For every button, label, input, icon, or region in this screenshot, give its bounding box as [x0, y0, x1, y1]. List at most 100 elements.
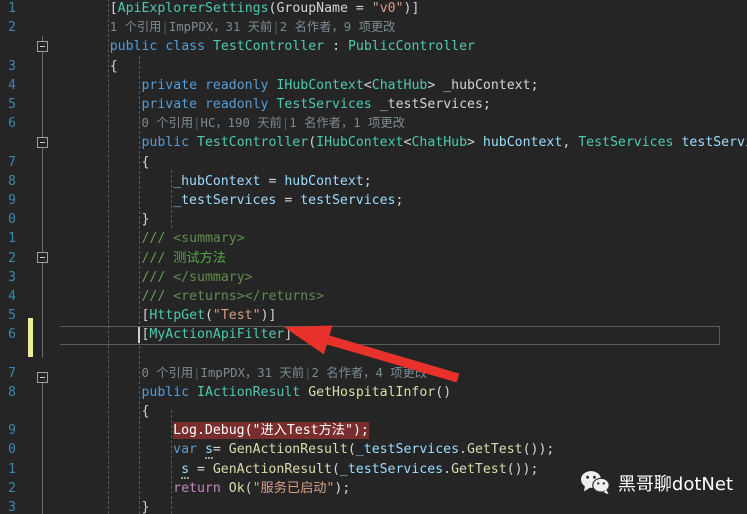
line-assign-testservices-tok-0: _testServices: [173, 193, 277, 208]
collapse-marker-class[interactable]: [37, 41, 48, 52]
line-number: [0, 133, 16, 152]
line-return-ok-tok-0: return: [173, 480, 221, 496]
line-ctor-decl-tok-8: hubContext: [482, 135, 563, 151]
codelens-class-part-0[interactable]: 1 个引用: [110, 20, 162, 34]
line-method-open-brace[interactable]: {: [123, 402, 149, 421]
line-return-ok-tok-2: Ok: [228, 480, 245, 496]
line-field-hubcontext-tok-1: [197, 78, 205, 93]
line-attr-httpget[interactable]: [HttpGet("Test")]: [123, 306, 276, 325]
line-field-hubcontext-tok-9: ;: [530, 77, 539, 93]
line-field-testservices[interactable]: private readonly TestServices _testServi…: [123, 95, 490, 114]
line-field-hubcontext[interactable]: private readonly IHubContext<ChatHub> _h…: [123, 76, 538, 95]
line-var-genactionresult-tok-2: s: [204, 442, 213, 460]
line-field-hubcontext-tok-4: IHubContext: [276, 77, 364, 93]
line-attr-apiexplorer[interactable]: [ApiExplorerSettings(GroupName = "v0")]: [92, 0, 420, 18]
codelens-method-part-2[interactable]: 2 名作者，4 项更改: [311, 366, 427, 380]
code-editor-window[interactable]: [ApiExplorerSettings(GroupName = "v0")] 1…: [0, 0, 747, 514]
line-ctor-decl-tok-9: ,: [562, 135, 579, 151]
line-number: 1: [8, 231, 16, 247]
line-attr-apiexplorer-tok-0: [: [109, 1, 118, 16]
line-s-genactionresult-tok-4: _testServices: [339, 461, 444, 477]
line-doc-summary-text-tok-1: 测试方法: [173, 250, 226, 266]
line-assign-hubcontext[interactable]: _hubContext = hubContext;: [155, 172, 372, 191]
line-field-hubcontext-tok-0: private: [141, 77, 198, 93]
line-ctor-close-brace[interactable]: }: [123, 210, 149, 229]
codelens-method-part-1[interactable]: ImpPDX，31 天前: [201, 366, 305, 380]
line-attr-httpget-tok-1: HttpGet: [149, 308, 205, 324]
line-number: [0, 37, 16, 56]
line-field-testservices-tok-5: [372, 97, 380, 112]
line-field-testservices-tok-1: [197, 97, 205, 112]
line-number: 2: [8, 480, 16, 496]
line-assign-testservices-tok-1: =: [276, 193, 301, 208]
codelens-method-sep-1: |: [193, 365, 201, 380]
line-assign-testservices-tok-3: ;: [395, 193, 404, 208]
line-var-genactionresult-tok-1: [197, 442, 205, 457]
line-method-close-brace[interactable]: }: [123, 498, 149, 514]
line-field-testservices-tok-2: readonly: [204, 97, 269, 112]
line-s-genactionresult-tok-3: (: [331, 461, 340, 477]
codelens-ctor-part-2[interactable]: 1 名作者，1 项更改: [289, 116, 405, 130]
text-caret: [138, 327, 141, 344]
line-class-open-brace[interactable]: {: [92, 57, 118, 76]
line-var-genactionresult[interactable]: var s= GenActionResult(_testServices.Get…: [155, 440, 554, 460]
line-doc-summary-close[interactable]: /// </summary>: [123, 268, 252, 287]
collapse-marker-ctor[interactable]: [37, 137, 48, 148]
codelens-ctor-sep-1: |: [193, 116, 201, 131]
line-method-open-brace-tok-0: {: [141, 404, 150, 419]
line-log-debug[interactable]: Log.Debug("进入Test方法");: [155, 421, 369, 440]
line-return-ok-tok-1: [221, 481, 229, 496]
line-method-decl[interactable]: public IActionResult GetHospitalInfor(): [123, 383, 451, 402]
codelens-method[interactable]: 0 个引用|ImpPDX，31 天前|2 名作者，4 项更改: [141, 364, 427, 383]
line-class-decl-tok-0: public: [109, 39, 158, 55]
codelens-class-part-2[interactable]: 2 名作者，9 项更改: [280, 20, 396, 34]
line-ctor-decl-tok-10: TestServices: [578, 135, 674, 151]
collapse-marker-method[interactable]: [37, 372, 48, 383]
line-doc-summary-open-tok-0: ///: [141, 231, 174, 247]
line-class-decl-tok-4: TestController: [212, 39, 325, 55]
line-ctor-open-brace-tok-0: {: [141, 154, 150, 170]
line-ctor-decl-tok-1: [189, 135, 197, 150]
line-var-genactionresult-tok-0: var: [173, 442, 197, 458]
line-ctor-open-brace[interactable]: {: [123, 153, 149, 172]
line-number: 9: [8, 423, 16, 439]
line-return-ok[interactable]: return Ok("服务已启动");: [155, 479, 350, 498]
line-class-decl-tok-6: PublicController: [347, 39, 475, 55]
line-attr-myactionapifilter[interactable]: [MyActionApiFilter]: [123, 325, 292, 344]
line-number: 0: [8, 442, 16, 458]
line-number: 3: [8, 269, 16, 285]
line-number: 0: [8, 212, 16, 228]
line-field-hubcontext-tok-5: <: [363, 77, 372, 93]
codelens-method-part-0[interactable]: 0 个引用: [141, 366, 193, 380]
fold-region-line: [42, 36, 43, 358]
line-ctor-decl-tok-12: testServices: [681, 135, 747, 151]
line-class-decl[interactable]: public class TestController : PublicCont…: [92, 37, 475, 56]
codelens-ctor-part-1[interactable]: HC，190 天前: [201, 116, 282, 130]
line-class-decl-tok-2: class: [165, 39, 206, 55]
line-attr-httpget-tok-4: )]: [260, 308, 277, 324]
line-number: 2: [8, 250, 16, 266]
line-field-hubcontext-tok-7: >: [427, 77, 444, 93]
line-doc-returns[interactable]: /// <returns></returns>: [123, 287, 324, 306]
codelens-ctor-part-0[interactable]: 0 个引用: [141, 116, 193, 130]
line-number: 5: [8, 97, 16, 112]
line-s-genactionresult[interactable]: s = GenActionResult(_testServices.GetTes…: [163, 460, 538, 479]
line-assign-testservices[interactable]: _testServices = testServices;: [155, 191, 403, 210]
code-surface[interactable]: [ApiExplorerSettings(GroupName = "v0")] 1…: [60, 0, 747, 514]
line-ctor-decl-tok-2: TestController: [197, 135, 309, 151]
codelens-class-sep-2: |: [272, 20, 280, 35]
line-ctor-decl[interactable]: public TestController(IHubContext<ChatHu…: [123, 133, 747, 152]
line-s-genactionresult-tok-1: =: [189, 461, 213, 477]
codelens-class-part-1[interactable]: ImpPDX，31 天前: [169, 20, 273, 34]
line-doc-summary-open[interactable]: /// <summary>: [123, 229, 244, 248]
line-ctor-decl-tok-7: >: [467, 135, 483, 151]
collapse-marker-doc[interactable]: [37, 252, 48, 263]
line-var-genactionresult-tok-8: GetTest: [467, 442, 523, 458]
line-attr-apiexplorer-tok-3: GroupName: [276, 1, 348, 16]
line-method-decl-tok-0: public: [141, 384, 190, 400]
codelens-ctor[interactable]: 0 个引用|HC，190 天前|1 名作者，1 项更改: [141, 114, 405, 133]
line-doc-summary-close-tok-0: ///: [141, 269, 174, 285]
line-number: 4: [8, 77, 16, 93]
editor-gutter[interactable]: 12345678901234567890123456: [0, 0, 60, 514]
codelens-class[interactable]: 1 个引用|ImpPDX，31 天前|2 名作者，9 项更改: [110, 18, 396, 37]
